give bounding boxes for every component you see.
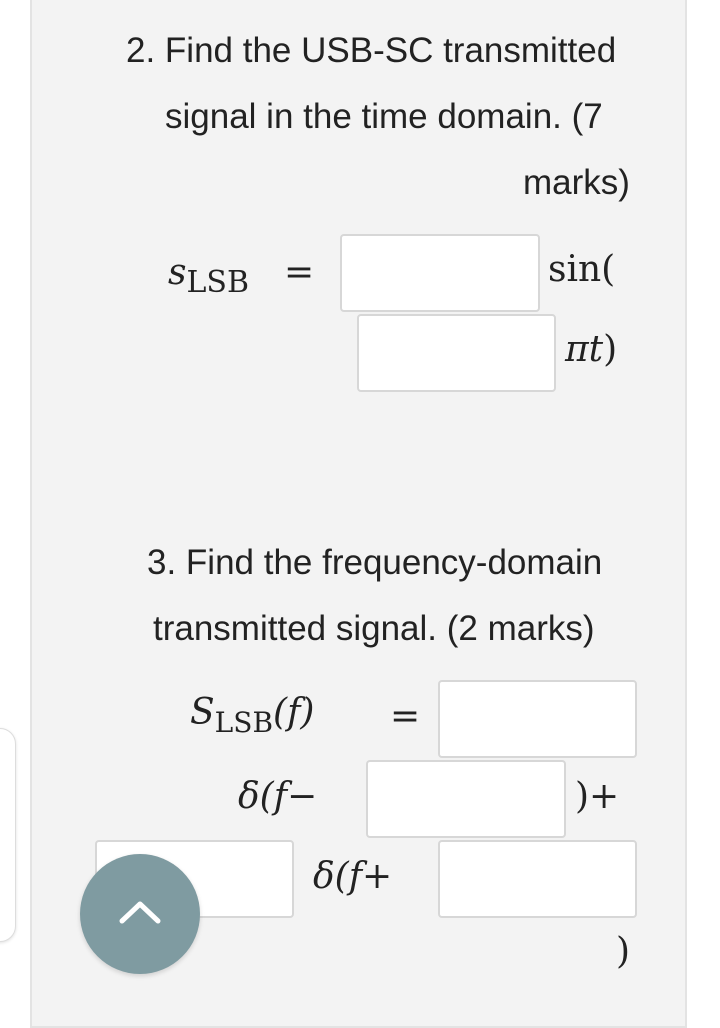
question-2-answer-input-2[interactable] [357,314,556,392]
question-2-lhs: sLSB [168,252,250,300]
question-3-answer-input-4[interactable] [438,840,637,918]
question-2-line-3: marks) [523,163,630,202]
question-3-line-1: 3. Find the frequency-domain [147,543,603,582]
question-3-equals: = [390,696,421,737]
question-3-plus-close: )+ [575,776,620,817]
question-3-line-2: transmitted signal. (2 marks) [153,609,595,648]
scroll-up-button[interactable] [80,854,200,974]
chevron-up-icon [119,901,161,924]
question-2-pi-t: πt) [565,329,618,370]
question-3-final-paren: ) [616,931,631,972]
question-3-lhs: SLSB(f) [190,692,315,739]
side-panel-handle[interactable] [0,728,16,942]
question-3-answer-input-1[interactable] [438,680,637,758]
question-3-delta-minus: δ(f− [238,776,318,817]
question-3-delta-plus: δ(f+ [313,856,393,897]
question-3-answer-input-2[interactable] [366,760,566,838]
question-2-sin-text: sin( [548,249,616,290]
question-2-line-1: 2. Find the USB-SC transmitted [126,31,617,70]
question-2-line-2: signal in the time domain. (7 [165,97,603,136]
question-2-answer-input-1[interactable] [340,234,540,312]
question-2-equals: = [284,252,315,293]
